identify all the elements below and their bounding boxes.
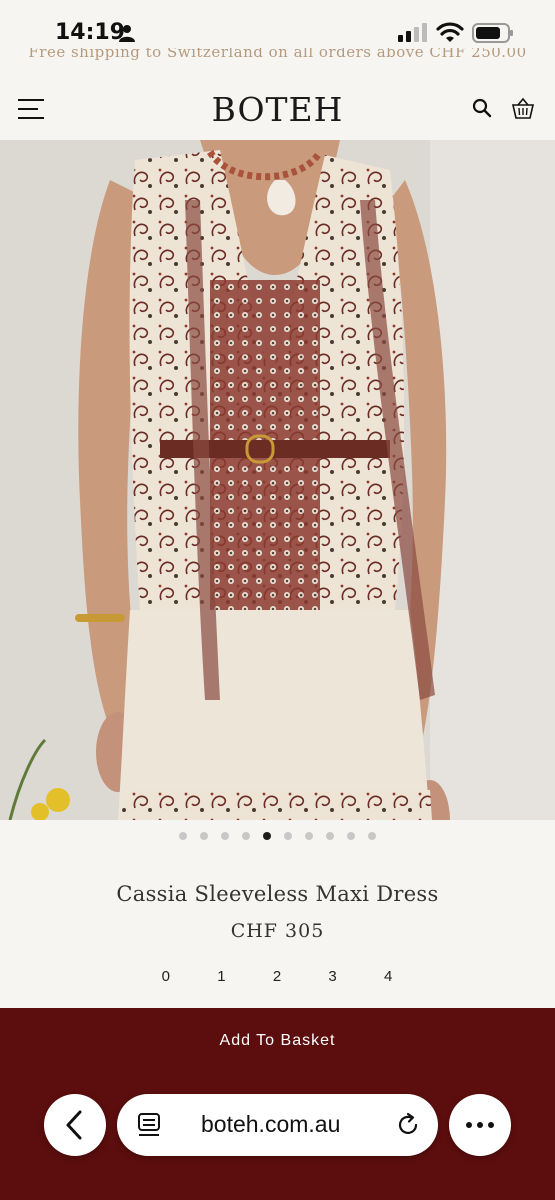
- promo-banner: Free shipping to Switzerland on all orde…: [0, 48, 555, 70]
- reload-icon[interactable]: [395, 1112, 421, 1138]
- tabs-icon[interactable]: [137, 1112, 163, 1138]
- carousel-dots: [0, 832, 555, 846]
- more-icon: [466, 1122, 494, 1128]
- basket-icon[interactable]: [511, 96, 535, 120]
- product-price: CHF 305: [230, 920, 325, 942]
- search-icon[interactable]: [472, 98, 492, 118]
- product-image[interactable]: [0, 140, 555, 820]
- dress-photo: [0, 140, 555, 820]
- size-option[interactable]: 0: [138, 968, 194, 992]
- size-option[interactable]: 3: [305, 968, 361, 992]
- wifi-icon: [436, 22, 464, 42]
- carousel-dot[interactable]: [347, 832, 355, 840]
- carousel-dot[interactable]: [368, 832, 376, 840]
- carousel-dot[interactable]: [263, 832, 271, 840]
- add-to-basket-button[interactable]: Add To Basket: [0, 1032, 555, 1050]
- carousel-dot[interactable]: [179, 832, 187, 840]
- person-icon: [119, 25, 135, 42]
- browser-more-button[interactable]: [449, 1094, 511, 1156]
- product-title: Cassia Sleeveless Maxi Dress: [116, 882, 439, 906]
- size-option[interactable]: 4: [360, 968, 416, 992]
- carousel-dot[interactable]: [326, 832, 334, 840]
- carousel-dot[interactable]: [305, 832, 313, 840]
- signal-icon: [398, 23, 427, 42]
- battery-icon: [472, 23, 513, 43]
- size-option[interactable]: 2: [249, 968, 305, 992]
- browser-back-button[interactable]: [44, 1094, 106, 1156]
- status-time: 14:19: [55, 20, 126, 45]
- carousel-dot[interactable]: [284, 832, 292, 840]
- url-text: boteh.com.au: [201, 1111, 341, 1137]
- size-option[interactable]: 1: [194, 968, 250, 992]
- site-header: BOTEH: [0, 76, 555, 140]
- carousel-dot[interactable]: [242, 832, 250, 840]
- carousel-dot[interactable]: [221, 832, 229, 840]
- size-selector: 0 1 2 3 4: [138, 968, 416, 992]
- promo-text: Free shipping to Switzerland on all orde…: [28, 48, 527, 61]
- back-icon: [66, 1110, 82, 1140]
- carousel-dot[interactable]: [200, 832, 208, 840]
- browser-url-bar[interactable]: boteh.com.au: [117, 1094, 438, 1156]
